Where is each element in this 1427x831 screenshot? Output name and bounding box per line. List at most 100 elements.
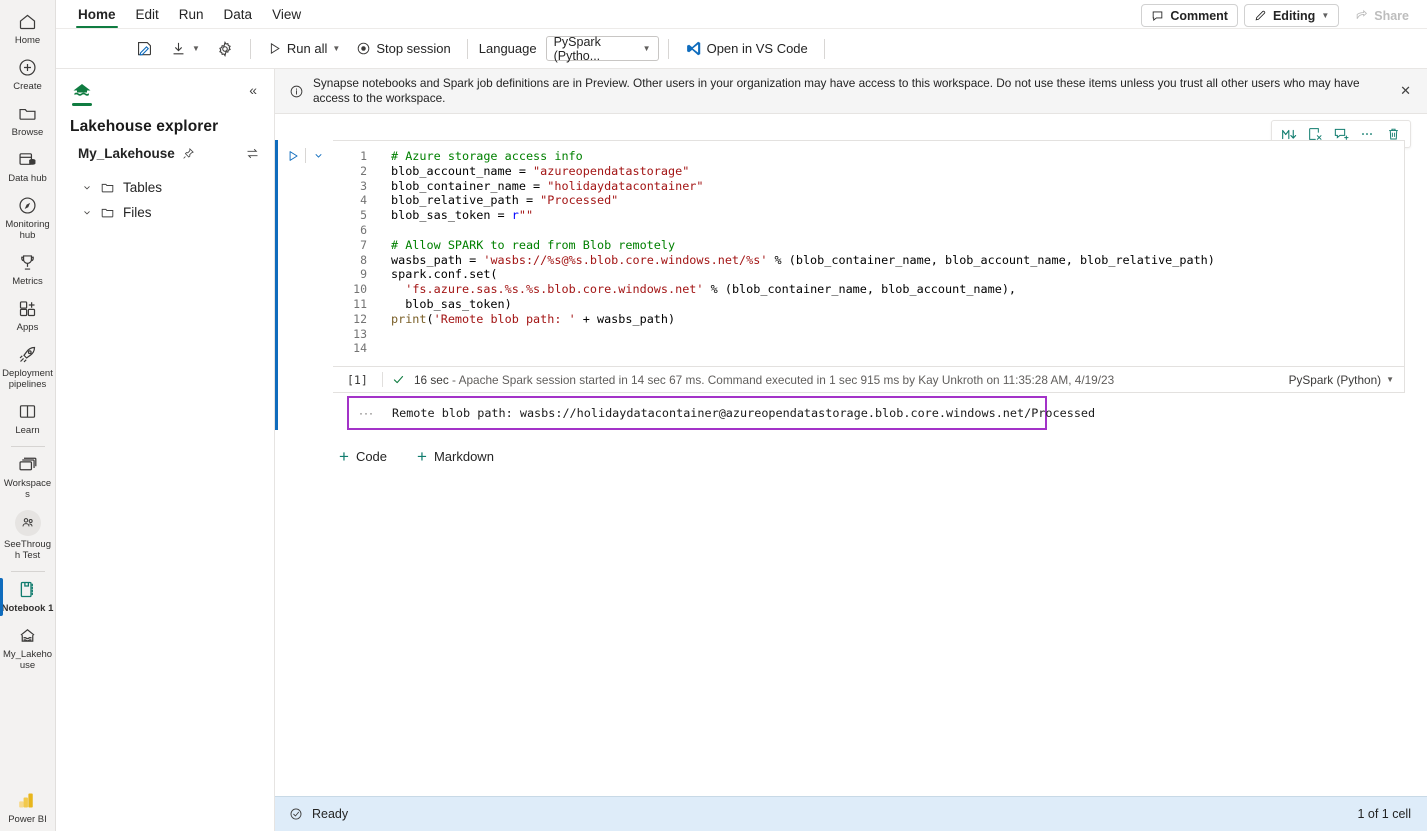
sidebar-item-notebook-1[interactable]: Notebook 1 (0, 574, 56, 620)
tab-view[interactable]: View (262, 4, 311, 28)
sidebar-item-label: Metrics (12, 276, 43, 287)
tree-item-label: Tables (123, 180, 163, 195)
run-cell-icon[interactable] (286, 149, 300, 163)
settings-button[interactable] (209, 35, 241, 63)
sidebar-item-seethrough-test[interactable]: SeeThrough Test (0, 506, 56, 567)
code-token-plain: blob_sas_token) (391, 296, 512, 311)
language-select[interactable]: PySpark (Pytho... ▼ (545, 34, 659, 63)
tree-item-files[interactable]: Files (56, 200, 274, 225)
stop-session-button[interactable]: Stop session (349, 35, 457, 63)
sidebar-item-label: SeeThrough Test (3, 539, 51, 561)
output-more-icon[interactable]: ··· (359, 406, 374, 420)
tree-item-tables[interactable]: Tables (56, 175, 274, 200)
chevron-down-icon[interactable] (82, 207, 92, 218)
code-token-string: "holidaydatacontainer" (547, 178, 704, 193)
plus-icon: + (417, 446, 427, 466)
sidebar-item-apps[interactable]: Apps (0, 293, 56, 339)
sidebar-item-my-lakehouse[interactable]: My_Lakehouse (0, 620, 56, 677)
tab-run[interactable]: Run (169, 4, 214, 28)
switch-lakehouse-icon[interactable] (245, 146, 260, 161)
code-line-11: blob_sas_token) (391, 297, 1404, 312)
line-number: 9 (360, 267, 367, 282)
code-line-10: 'fs.azure.sas.%s.%s.blob.core.windows.ne… (391, 282, 1404, 297)
line-number: 8 (360, 252, 367, 267)
code-token-plain: blob_container_name = (391, 178, 548, 193)
comment-button-label: Comment (1170, 8, 1228, 23)
code-token-plain: % (blob_container_name, blob_account_nam… (703, 282, 1017, 297)
sidebar-item-home[interactable]: Home (0, 6, 56, 52)
open-in-vs-code-button[interactable]: Open in VS Code (678, 35, 815, 63)
tab-edit[interactable]: Edit (126, 4, 169, 28)
run-all-button[interactable]: Run all ▼ (260, 35, 347, 63)
code-token-string: 'Remote blob path: ' (433, 311, 576, 326)
tree-item-label: Files (123, 205, 152, 220)
cell-main: 1 2 3 4 5 6 7 8 9 10 11 12 13 14 # Azure… (333, 140, 1427, 431)
sidebar-item-create[interactable]: Create (0, 52, 56, 98)
lakehouse-row[interactable]: My_Lakehouse (56, 136, 274, 161)
code-token-plain: ( (426, 311, 434, 326)
main-area: Home Edit Run Data View Comment Editing … (56, 0, 1427, 831)
workspaces-icon (17, 453, 38, 475)
notebook-cell: 1 2 3 4 5 6 7 8 9 10 11 12 13 14 # Azure… (275, 140, 1427, 431)
chevron-down-icon[interactable] (82, 182, 92, 193)
chevron-down-icon[interactable] (311, 148, 326, 163)
cell-status-detail: - Apache Spark session started in 14 sec… (448, 372, 1115, 387)
sidebar-item-label: Deployment pipelines (2, 368, 53, 390)
code-token-plain: blob_account_name = (391, 163, 534, 178)
lakehouse-row-left: My_Lakehouse (78, 146, 195, 161)
sidebar-item-label: Monitoring hub (5, 219, 50, 241)
pin-icon[interactable] (182, 147, 195, 160)
vs-code-icon (685, 40, 702, 57)
learn-book-icon (17, 400, 38, 422)
folder-icon (100, 180, 115, 195)
sidebar-item-workspaces[interactable]: Workspaces (0, 449, 56, 506)
workspace-avatar-icon (14, 510, 41, 536)
sidebar-item-label: Learn (15, 425, 40, 436)
app-root: Home Create Browse Data hub Monitoring h (0, 0, 1427, 831)
line-number: 14 (353, 341, 367, 356)
open-in-vs-code-label: Open in VS Code (706, 41, 808, 56)
sidebar-item-power-bi[interactable]: Power BI (0, 785, 56, 831)
cell-gutter (278, 140, 333, 430)
code-token-string: 'fs.azure.sas.%s.%s.blob.core.windows.ne… (405, 282, 704, 297)
top-right-actions: Comment Editing ▼ Share (1141, 4, 1419, 27)
comment-button[interactable]: Comment (1141, 4, 1238, 27)
sidebar-item-label: Power BI (8, 814, 47, 825)
add-markdown-cell-button[interactable]: + Markdown (411, 446, 500, 467)
gear-icon (216, 40, 234, 58)
sidebar-item-monitoring-hub[interactable]: Monitoring hub (0, 190, 56, 247)
cell-language-label: PySpark (Python) (1288, 372, 1382, 387)
sidebar-item-deployment-pipelines[interactable]: Deployment pipelines (0, 339, 56, 396)
tab-home[interactable]: Home (68, 4, 126, 28)
chevron-down-icon: ▼ (332, 44, 341, 53)
code-line-7: # Allow SPARK to read from Blob remotely (391, 238, 1404, 253)
download-button[interactable]: ▼ (163, 35, 207, 63)
collapse-chevrons-icon[interactable]: « (246, 81, 260, 99)
status-bar-status: Ready (312, 807, 349, 821)
language-select-value: PySpark (Pytho... (553, 34, 601, 63)
sidebar-item-learn[interactable]: Learn (0, 396, 56, 442)
tab-data[interactable]: Data (214, 4, 263, 28)
code-editor[interactable]: 1 2 3 4 5 6 7 8 9 10 11 12 13 14 # Azure… (333, 140, 1405, 368)
left-nav-rail: Home Create Browse Data hub Monitoring h (0, 0, 56, 831)
code-line-2: blob_account_name = "azureopendatastorag… (391, 164, 1404, 179)
sidebar-item-browse[interactable]: Browse (0, 98, 56, 144)
code-token-string: 'wasbs://%s@%s.blob.core.windows.net/%s' (483, 252, 768, 267)
close-icon[interactable]: ✕ (1396, 83, 1415, 99)
code-token-comment: # Azure storage access info (391, 149, 583, 163)
sidebar-item-metrics[interactable]: Metrics (0, 247, 56, 293)
add-code-cell-button[interactable]: + Code (333, 446, 393, 467)
cell-status-row: [1] 16 sec - Apache Spark session starte… (333, 367, 1405, 394)
folder-icon (100, 205, 115, 220)
editing-button[interactable]: Editing ▼ (1243, 4, 1340, 27)
preview-banner: Synapse notebooks and Spark job definiti… (275, 69, 1427, 114)
cell-language-selector[interactable]: PySpark (Python) ▼ (1289, 373, 1394, 387)
share-button[interactable]: Share (1345, 4, 1419, 27)
save-button[interactable] (128, 35, 161, 63)
run-all-label: Run all (286, 41, 328, 56)
code-token-plain: wasbs_path = (391, 252, 484, 267)
cell-execution-index: [1] (347, 372, 368, 387)
sidebar-item-data-hub[interactable]: Data hub (0, 144, 56, 190)
preview-banner-text: Synapse notebooks and Spark job definiti… (313, 76, 1360, 105)
sidebar-item-label: Workspaces (3, 478, 52, 500)
